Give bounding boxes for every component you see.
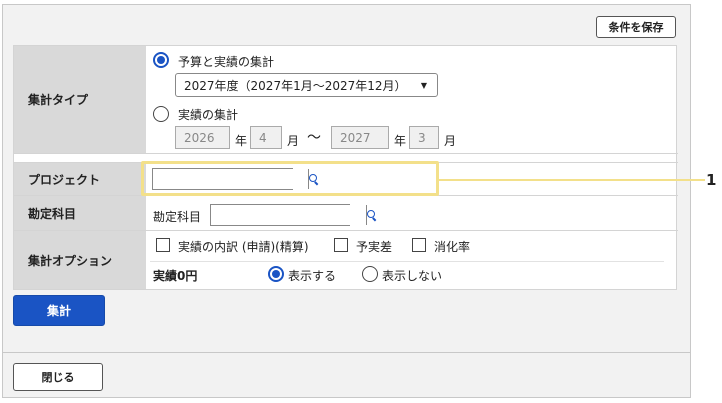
actual-only-radio[interactable] [153, 106, 169, 122]
footer-divider [2, 352, 691, 353]
variance-checkbox[interactable] [334, 238, 348, 252]
zero-actual-label: 実績0円 [153, 269, 198, 283]
chevron-down-icon: ▼ [420, 81, 427, 90]
aggregation-type-label: 集計タイプ [14, 46, 146, 153]
row-divider [14, 153, 678, 154]
breakdown-check-label: 実績の内訳 (申請)(精算) [178, 240, 309, 254]
save-conditions-button[interactable]: 条件を保存 [596, 16, 676, 38]
show-zero-radio[interactable] [268, 266, 284, 282]
account-label: 勘定科目 [14, 196, 146, 230]
row-divider [150, 261, 664, 262]
callout-line [439, 179, 705, 181]
project-highlight-box [141, 161, 439, 196]
year-unit-label: 年 [394, 134, 407, 148]
budget-actual-option-label: 予算と実績の集計 [178, 55, 275, 69]
account-search-box [210, 204, 375, 226]
search-icon [367, 210, 377, 220]
to-year-input[interactable]: 2027 [331, 126, 389, 149]
year-unit-label: 年 [235, 134, 248, 148]
fiscal-year-value: 2027年度（2027年1月～2027年12月） [184, 78, 407, 93]
budget-actual-radio[interactable] [153, 52, 169, 68]
variance-check-label: 予実差 [356, 240, 393, 254]
close-button[interactable]: 閉じる [13, 363, 103, 391]
project-label: プロジェクト [14, 163, 146, 195]
aggregate-button[interactable]: 集計 [13, 295, 105, 326]
hide-zero-label: 表示しない [382, 269, 443, 283]
fiscal-year-select[interactable]: 2027年度（2027年1月～2027年12月） ▼ [175, 73, 438, 97]
hide-zero-radio[interactable] [362, 266, 378, 282]
to-month-input[interactable]: 3 [409, 126, 439, 149]
account-inline-label: 勘定科目 [153, 210, 202, 224]
options-label: 集計オプション [14, 231, 146, 289]
from-month-input[interactable]: 4 [250, 126, 282, 149]
range-tilde: ～ [307, 130, 321, 146]
from-year-input[interactable]: 2026 [175, 126, 230, 149]
actual-only-option-label: 実績の集計 [178, 108, 239, 122]
account-input[interactable] [211, 205, 366, 225]
account-search-button[interactable] [366, 205, 377, 225]
month-unit-label: 月 [444, 134, 457, 148]
breakdown-checkbox[interactable] [156, 238, 170, 252]
callout-number: 1 [706, 171, 717, 189]
consumption-checkbox[interactable] [412, 238, 426, 252]
month-unit-label: 月 [287, 134, 300, 148]
consumption-check-label: 消化率 [434, 240, 471, 254]
show-zero-label: 表示する [288, 269, 337, 283]
